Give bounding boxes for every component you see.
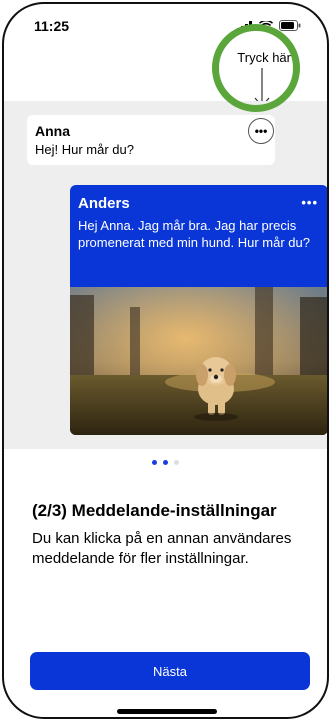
message-text: Hej Anna. Jag mår bra. Jag har precis pr… (78, 218, 310, 250)
message-text: Hej! Hur mår du? (35, 142, 134, 157)
next-button[interactable]: Nästa (30, 652, 310, 690)
phone-screen: 11:25 Tryck här Anna Hej! Hur mår du? An… (2, 2, 329, 719)
dog-photo (70, 287, 327, 435)
message-sender: Anders (78, 195, 130, 212)
info-text: Du kan klicka på en annan användares med… (32, 530, 292, 567)
page-indicator (4, 460, 327, 465)
more-options-button-anna[interactable]: ••• (248, 118, 274, 144)
message-bubble-anders[interactable]: Anders ••• Hej Anna. Jag mår bra. Jag ha… (70, 185, 327, 435)
info-title: (2/3) Meddelande-inställningar (32, 501, 277, 520)
page-dot-active (163, 460, 168, 465)
tutorial-highlight-ring (212, 24, 300, 112)
chat-preview: Anna Hej! Hur mår du? Anders ••• Hej Ann… (4, 101, 327, 449)
message-bubble-anna[interactable]: Anna Hej! Hur mår du? (27, 115, 275, 165)
page-dot (152, 460, 157, 465)
message-sender: Anna (35, 123, 70, 139)
home-indicator[interactable] (117, 709, 217, 714)
page-dot (174, 460, 179, 465)
more-options-icon[interactable]: ••• (301, 195, 318, 210)
